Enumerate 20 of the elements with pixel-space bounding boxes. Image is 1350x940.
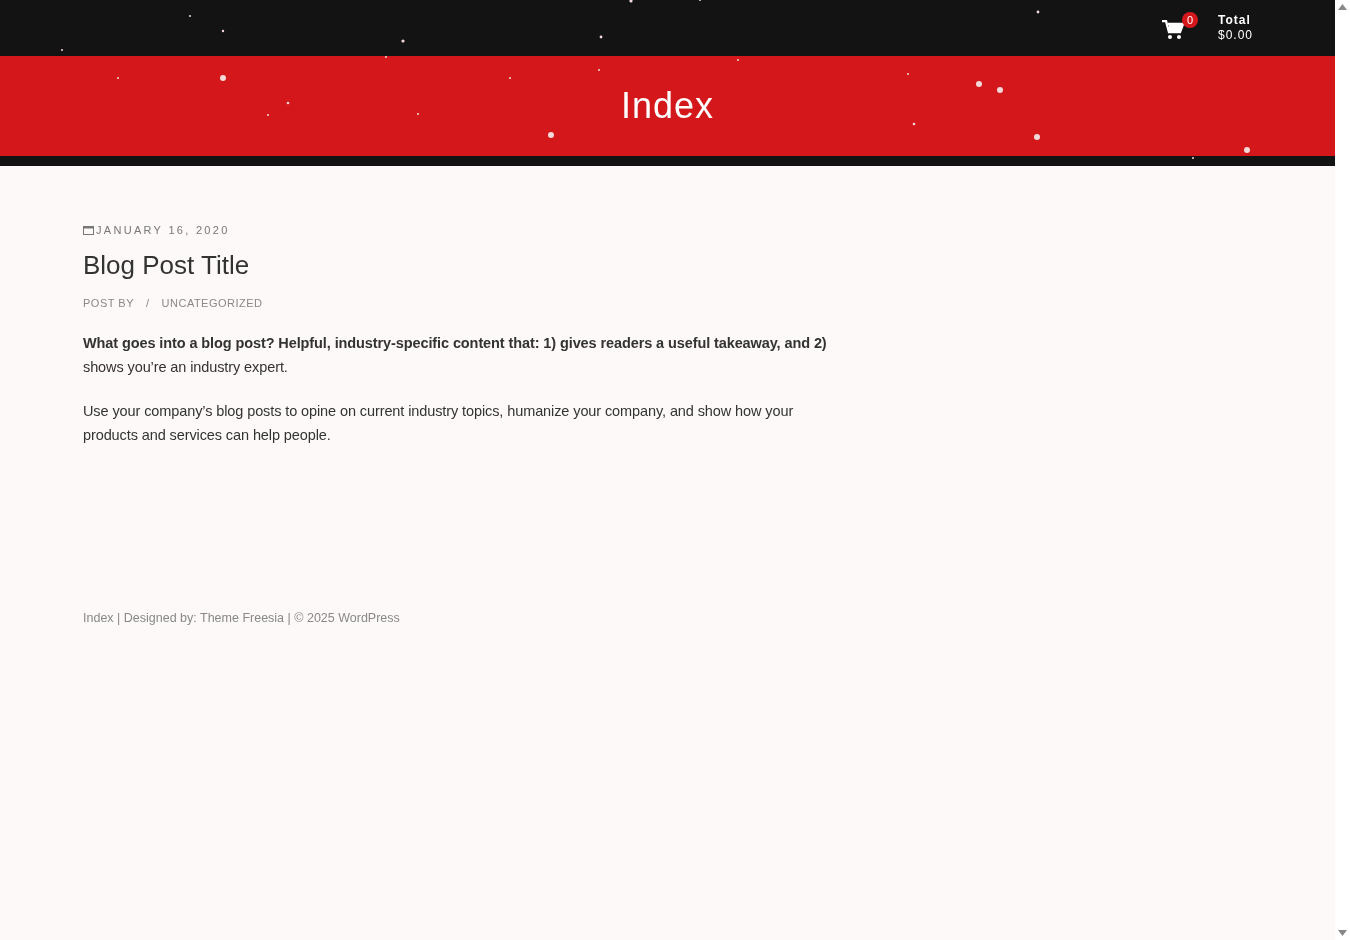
category-link[interactable]: UNCATEGORIZED <box>161 297 263 309</box>
date-text: JANUARY 16, 2020 <box>96 224 230 236</box>
post-paragraph: What goes into a blog post? Helpful, industry-specific content that: 1) gives readers a useful takeaway, and 2) shows you’re an industry expert. <box>83 334 828 377</box>
platform-link[interactable]: WordPress <box>338 611 400 625</box>
post-title: Blog Post Title <box>83 250 251 281</box>
post-paragraph: Use your company’s blog posts to opine on current industry topics, humanize your company, and show how your products and services can help people. <box>83 402 795 445</box>
cart-count-badge: 0 <box>1181 12 1198 28</box>
page-title: Index <box>620 85 715 127</box>
total-amount: $0.00 <box>1217 28 1253 43</box>
footer-credits: Index | Designed by: Theme Freesia | © 2025 WordPress <box>83 611 401 625</box>
scroll-down-icon[interactable] <box>1338 930 1347 936</box>
meta-separator: / <box>146 297 150 309</box>
scroll-up-icon[interactable] <box>1338 4 1347 10</box>
calendar-icon <box>83 225 94 235</box>
designer-link[interactable]: Theme Freesia <box>200 611 285 625</box>
cart-button[interactable]: 0 <box>1157 12 1198 44</box>
cart-icon <box>1161 20 1184 40</box>
total-label: Total <box>1217 13 1252 28</box>
site-link[interactable]: Index <box>83 611 114 625</box>
author-label: POST BY <box>83 297 134 309</box>
